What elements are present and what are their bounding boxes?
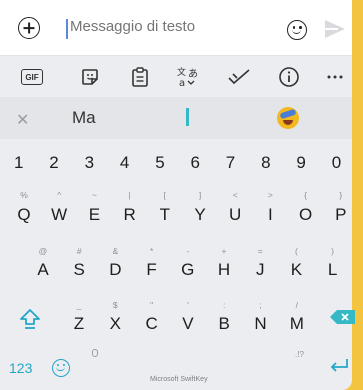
key-9[interactable]: 9: [296, 153, 305, 173]
key-6[interactable]: 6: [191, 153, 200, 173]
key-hint: @: [38, 246, 48, 256]
key-label: L: [327, 260, 338, 279]
key-label: W: [51, 205, 68, 224]
message-input[interactable]: [70, 18, 270, 35]
key-hint: >: [267, 190, 273, 200]
text-cursor: [66, 19, 68, 39]
key-label: M: [289, 314, 304, 333]
text-cursor-indicator: [186, 108, 189, 126]
key-label: Q: [17, 205, 31, 224]
key-label: O: [298, 205, 313, 224]
key-label: K: [290, 260, 303, 279]
key-label: P: [335, 205, 347, 224]
key-8[interactable]: 8: [261, 153, 270, 173]
key-label: Y: [194, 205, 206, 224]
key-label: B: [218, 314, 230, 333]
key-hint: (: [294, 246, 298, 256]
key-label: X: [109, 314, 121, 333]
suggestion-word[interactable]: Ma: [72, 108, 96, 128]
key-hint: +: [221, 246, 227, 256]
key-label: J: [255, 260, 265, 279]
svg-text:a: a: [179, 78, 185, 88]
key-label: S: [73, 260, 85, 279]
key-hint: *: [149, 246, 154, 256]
laughing-emoji-suggestion-icon[interactable]: [277, 107, 299, 129]
key-label: E: [88, 205, 101, 224]
key-label: V: [182, 314, 194, 333]
key-hint: #: [76, 246, 82, 256]
key-hint: }: [339, 190, 343, 200]
key-4[interactable]: 4: [120, 153, 129, 173]
gif-button[interactable]: GIF: [19, 65, 45, 89]
key-label: Z: [73, 314, 85, 333]
key-hint: ': [187, 300, 189, 310]
key-label: R: [123, 205, 136, 224]
key-label: A: [37, 260, 49, 279]
key-hint: ): [331, 246, 335, 256]
key-label: G: [181, 260, 195, 279]
microphone-icon: [92, 349, 98, 357]
numbers-toggle-key[interactable]: 123: [9, 360, 32, 376]
key-hint: %: [20, 190, 28, 200]
svg-text:文: 文: [177, 66, 186, 78]
keyboard-toolbar: GIF 文あa: [0, 57, 352, 97]
key-label: T: [159, 205, 170, 224]
gif-label: GIF: [21, 69, 43, 85]
key-hint: $: [112, 300, 118, 310]
key-hint: ~: [91, 190, 97, 200]
space-bar-label[interactable]: Microsoft SwiftKey: [150, 376, 208, 383]
key-hint: ^: [57, 190, 62, 200]
emoji-icon[interactable]: [287, 20, 307, 40]
key-hint: <: [232, 190, 238, 200]
key-7[interactable]: 7: [226, 153, 235, 173]
key-hint: /: [295, 300, 298, 310]
sticker-icon[interactable]: [77, 65, 103, 89]
enter-key-icon[interactable]: [328, 357, 350, 375]
key-label: U: [229, 205, 242, 224]
key-3[interactable]: 3: [85, 153, 94, 173]
key-label: H: [217, 260, 231, 279]
info-icon[interactable]: [276, 65, 302, 89]
more-options-icon[interactable]: [322, 65, 348, 89]
key-hint: {: [304, 190, 308, 200]
key-5[interactable]: 5: [155, 153, 164, 173]
suggestion-bar: ✕ Ma: [0, 97, 352, 139]
key-label: D: [109, 260, 122, 279]
key-hint: &: [112, 246, 119, 256]
key-hint: =: [257, 246, 263, 256]
key-hint: ": [150, 300, 154, 310]
key-hint: [: [163, 190, 166, 200]
punctuation-hint: .!?: [295, 350, 304, 359]
key-hint: :: [223, 300, 226, 310]
key-hint: _: [76, 300, 82, 310]
edit-check-icon[interactable]: [226, 65, 252, 89]
key-2[interactable]: 2: [49, 153, 58, 173]
send-icon[interactable]: [325, 20, 345, 38]
key-hint: -: [186, 246, 190, 256]
close-suggestions-icon[interactable]: ✕: [16, 110, 29, 130]
emoji-key-icon[interactable]: [52, 359, 70, 377]
key-label: C: [145, 314, 158, 333]
key-hint: ]: [198, 190, 202, 200]
shift-key-icon[interactable]: [18, 308, 42, 330]
key-label: F: [146, 260, 157, 279]
key-hint: ;: [259, 300, 262, 310]
key-0[interactable]: 0: [332, 153, 341, 173]
translate-icon[interactable]: 文あa: [175, 65, 201, 89]
key-label: N: [254, 314, 267, 333]
clipboard-icon[interactable]: [127, 65, 153, 89]
key-hint: |: [128, 190, 131, 200]
key-label: I: [268, 205, 273, 224]
add-attachment-icon[interactable]: [18, 17, 40, 39]
compose-bar: [0, 0, 352, 56]
backspace-key-icon[interactable]: [330, 309, 356, 325]
svg-text:あ: あ: [188, 68, 198, 80]
keyboard: 1234567890 % Q ^ W ~ E | R[T] Y < U > I{O} P @ A # S & D * F…: [0, 140, 355, 390]
key-1[interactable]: 1: [14, 153, 23, 173]
